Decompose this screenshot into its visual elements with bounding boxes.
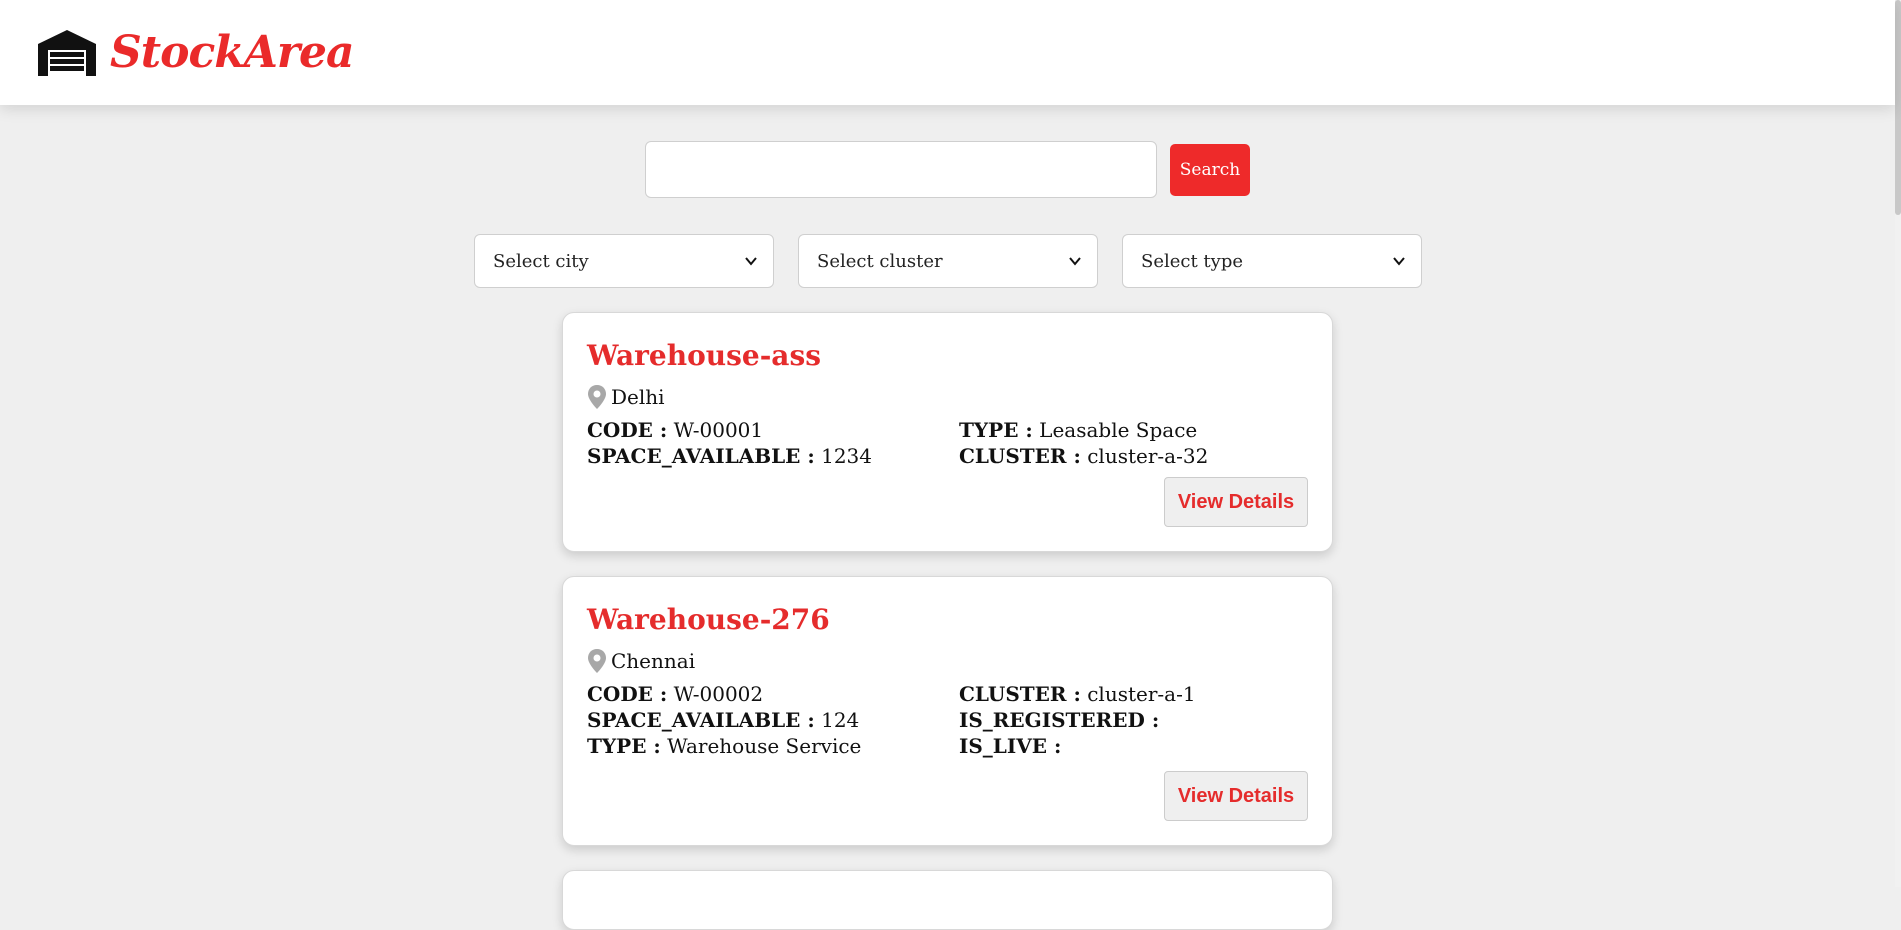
map-pin-icon [588,649,606,673]
location-row: Chennai [587,648,1308,674]
location-text: Chennai [611,649,696,673]
city-select[interactable]: Select city [474,234,774,288]
field-is-registered: IS_REGISTERED : [959,708,1308,732]
city-select-label: Select city [493,250,589,272]
field-key: SPACE_AVAILABLE : [587,708,815,732]
field-type: TYPE : Warehouse Service [587,734,959,758]
warehouse-title[interactable]: Warehouse-276 [587,603,1308,636]
warehouse-card [562,870,1333,930]
field-space-available: SPACE_AVAILABLE : 124 [587,708,959,732]
field-is-live: IS_LIVE : [959,734,1308,758]
field-key: IS_REGISTERED : [959,708,1160,732]
warehouse-title[interactable]: Warehouse-ass [587,339,1308,372]
field-code: CODE : W-00002 [587,682,959,706]
warehouse-fields: CODE : W-00001 TYPE : Leasable Space SPA… [587,418,1308,468]
field-value: cluster-a-32 [1087,444,1209,468]
location-row: Delhi [587,384,1308,410]
field-value: cluster-a-1 [1087,682,1196,706]
view-details-button[interactable]: View Details [1164,771,1308,821]
page-scrollbar[interactable] [1895,0,1901,887]
field-value: Leasable Space [1039,418,1198,442]
field-value: W-00001 [673,418,764,442]
type-select[interactable]: Select type [1122,234,1422,288]
field-value: W-00002 [673,682,764,706]
field-key: TYPE : [959,418,1033,442]
top-navbar: StockArea [0,0,1895,105]
warehouse-fields: CODE : W-00002 CLUSTER : cluster-a-1 SPA… [587,682,1308,758]
field-key: CODE : [587,418,668,442]
field-key: SPACE_AVAILABLE : [587,444,815,468]
field-value: 1234 [821,444,873,468]
field-key: CLUSTER : [959,444,1081,468]
cluster-select[interactable]: Select cluster [798,234,1098,288]
warehouse-card: Warehouse-ass Delhi CODE : W-00001 TYPE … [562,312,1333,552]
field-key: CODE : [587,682,668,706]
field-type: TYPE : Leasable Space [959,418,1308,442]
brand-name: StockArea [110,27,355,78]
type-select-label: Select type [1141,250,1244,272]
field-value: 124 [821,708,860,732]
map-pin-icon [588,385,606,409]
warehouse-icon [38,29,96,76]
search-input[interactable] [645,141,1157,198]
search-bar: Search [645,141,1250,198]
warehouse-card: Warehouse-276 Chennai CODE : W-00002 CLU… [562,576,1333,846]
scrollbar-thumb[interactable] [1895,0,1901,215]
view-details-button[interactable]: View Details [1164,477,1308,527]
field-space-available: SPACE_AVAILABLE : 1234 [587,444,959,468]
chevron-down-icon [1069,257,1081,266]
chevron-down-icon [1393,257,1405,266]
field-key: IS_LIVE : [959,734,1062,758]
location-text: Delhi [611,385,665,409]
field-value: Warehouse Service [667,734,862,758]
field-key: CLUSTER : [959,682,1081,706]
brand-logo[interactable]: StockArea [36,27,355,78]
field-key: TYPE : [587,734,661,758]
search-button[interactable]: Search [1170,143,1250,196]
field-code: CODE : W-00001 [587,418,959,442]
field-cluster: CLUSTER : cluster-a-1 [959,682,1308,706]
cluster-select-label: Select cluster [817,250,943,272]
field-cluster: CLUSTER : cluster-a-32 [959,444,1308,468]
filter-row: Select city Select cluster Select type [474,234,1422,288]
chevron-down-icon [745,257,757,266]
